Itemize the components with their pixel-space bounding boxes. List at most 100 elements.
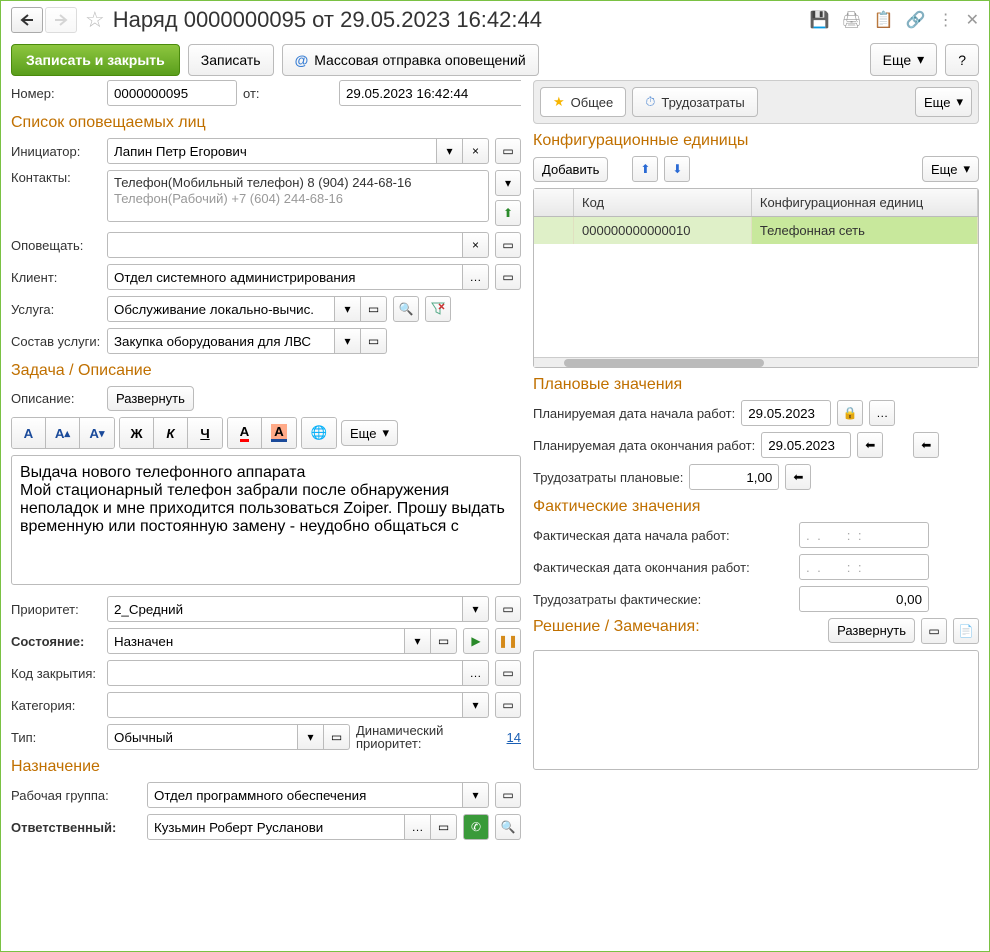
open-icon[interactable]: ▭ (495, 660, 521, 686)
print-icon[interactable]: 🖨 (841, 10, 861, 30)
bold-icon[interactable]: Ж (120, 418, 154, 448)
clear-icon[interactable]: × (463, 232, 489, 258)
rt-more-button[interactable]: Еще ▾ (341, 420, 398, 446)
open-icon[interactable]: ▭ (361, 296, 387, 322)
solution-textarea[interactable] (533, 650, 979, 770)
open-icon[interactable]: ▭ (495, 138, 521, 164)
service-input[interactable] (107, 296, 335, 322)
add-button[interactable]: Добавить (533, 157, 608, 182)
dropdown-icon[interactable]: ▾ (335, 296, 361, 322)
service-comp-input[interactable] (107, 328, 335, 354)
move-up-icon[interactable]: ⬆ (632, 156, 658, 182)
play-icon[interactable]: ▶ (463, 628, 489, 654)
lock-icon[interactable]: 🔒 (837, 400, 863, 426)
col-blank[interactable] (534, 189, 574, 216)
fill-left-icon[interactable]: ⬅ (857, 432, 883, 458)
planned-labor-input[interactable] (689, 464, 779, 490)
doc-icon[interactable]: 📄 (953, 618, 979, 644)
col-unit[interactable]: Конфигурационная единиц (752, 189, 978, 216)
clear-icon[interactable]: × (463, 138, 489, 164)
actual-end-input[interactable] (799, 554, 929, 580)
save-close-button[interactable]: Записать и закрыть (11, 44, 180, 76)
tab-general[interactable]: ★ Общее (540, 87, 626, 117)
save-button[interactable]: Записать (188, 44, 274, 76)
close-icon[interactable]: ✕ (966, 10, 979, 30)
open-icon[interactable]: ▭ (495, 692, 521, 718)
dropdown-icon[interactable]: ▾ (335, 328, 361, 354)
tab-labor[interactable]: ⏱ Трудозатраты (632, 87, 758, 117)
category-input[interactable] (107, 692, 463, 718)
date-input[interactable] (339, 80, 521, 106)
actual-labor-input[interactable] (799, 586, 929, 612)
state-input[interactable] (107, 628, 405, 654)
planned-start-input[interactable] (741, 400, 831, 426)
open-icon[interactable]: ▭ (495, 232, 521, 258)
contacts-box[interactable]: Телефон(Мобильный телефон) 8 (904) 244-6… (107, 170, 489, 222)
dropdown-icon[interactable]: ▾ (437, 138, 463, 164)
open-icon[interactable]: ▭ (495, 596, 521, 622)
open-icon[interactable]: ▭ (324, 724, 350, 750)
table-more-button[interactable]: Еще ▾ (922, 156, 979, 182)
font-normal-icon[interactable]: A (12, 418, 46, 448)
more-dots-icon[interactable]: … (463, 660, 489, 686)
notify-input[interactable] (107, 232, 463, 258)
refresh-up-icon[interactable]: ⬆ (495, 200, 521, 226)
save-icon[interactable]: 💾 (810, 10, 830, 30)
pause-icon[interactable]: ❚❚ (495, 628, 521, 654)
filter-clear-icon[interactable] (425, 296, 451, 322)
fill-left-icon[interactable]: ⬅ (913, 432, 939, 458)
solution-expand-button[interactable]: Развернуть (828, 618, 915, 643)
tabs-more-button[interactable]: Еще ▾ (915, 87, 972, 117)
table-row[interactable]: 000000000000010 Телефонная сеть (534, 217, 978, 244)
client-input[interactable] (107, 264, 463, 290)
favorite-star-icon[interactable]: ☆ (85, 7, 105, 33)
hyperlink-icon[interactable]: 🌐 (302, 418, 336, 448)
more-button[interactable]: Еще ▾ (870, 43, 938, 76)
more-dots-icon[interactable]: … (405, 814, 431, 840)
copy-icon[interactable]: 📋 (874, 10, 894, 30)
initiator-input[interactable] (107, 138, 437, 164)
col-code[interactable]: Код (574, 189, 752, 216)
responsible-input[interactable] (147, 814, 405, 840)
search-icon[interactable]: 🔍 (495, 814, 521, 840)
search-icon[interactable]: 🔍 (393, 296, 419, 322)
dyn-priority-link[interactable]: 14 (507, 730, 521, 745)
open-icon[interactable]: ▭ (921, 618, 947, 644)
font-shrink-icon[interactable]: A▾ (80, 418, 114, 448)
dropdown-icon[interactable]: ▾ (298, 724, 324, 750)
priority-input[interactable] (107, 596, 463, 622)
open-icon[interactable]: ▭ (431, 814, 457, 840)
number-input[interactable] (107, 80, 237, 106)
bg-color-icon[interactable]: А (262, 418, 296, 448)
close-code-input[interactable] (107, 660, 463, 686)
underline-icon[interactable]: Ч (188, 418, 222, 448)
open-icon[interactable]: ▭ (495, 782, 521, 808)
font-grow-icon[interactable]: A▴ (46, 418, 80, 448)
dropdown-icon[interactable]: ▾ (405, 628, 431, 654)
dropdown-icon[interactable]: ▾ (495, 170, 521, 196)
workgroup-input[interactable] (147, 782, 463, 808)
back-button[interactable] (11, 7, 43, 33)
italic-icon[interactable]: К (154, 418, 188, 448)
font-color-icon[interactable]: А (228, 418, 262, 448)
phone-icon[interactable]: ✆ (463, 814, 489, 840)
fill-left-icon[interactable]: ⬅ (785, 464, 811, 490)
open-icon[interactable]: ▭ (431, 628, 457, 654)
move-down-icon[interactable]: ⬇ (664, 156, 690, 182)
open-icon[interactable]: ▭ (495, 264, 521, 290)
dropdown-icon[interactable]: ▾ (463, 692, 489, 718)
link-icon[interactable]: 🔗 (906, 10, 926, 30)
dropdown-icon[interactable]: ▾ (463, 782, 489, 808)
mass-send-button[interactable]: @ Массовая отправка оповещений (282, 44, 539, 76)
more-dots-icon[interactable]: … (463, 264, 489, 290)
planned-end-input[interactable] (761, 432, 851, 458)
description-textarea[interactable] (11, 455, 521, 585)
menu-icon[interactable]: ⋮ (938, 10, 954, 30)
h-scrollbar[interactable] (534, 357, 978, 367)
expand-button[interactable]: Развернуть (107, 386, 194, 411)
help-button[interactable]: ? (945, 44, 979, 76)
actual-start-input[interactable] (799, 522, 929, 548)
dropdown-icon[interactable]: ▾ (463, 596, 489, 622)
type-input[interactable] (107, 724, 298, 750)
open-icon[interactable]: ▭ (361, 328, 387, 354)
